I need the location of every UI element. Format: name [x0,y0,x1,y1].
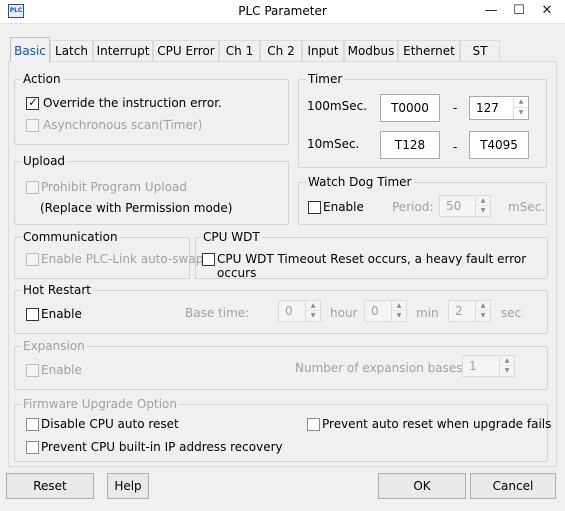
stepper-arrows: ▲ ▼ [475,196,490,216]
timer-legend: Timer [306,72,345,86]
prevent-ip-recovery-label: Prevent CPU built-in IP address recovery [41,440,283,454]
chevron-down-icon: ▼ [480,312,486,319]
watchdog-enable-label: Enable [323,200,364,214]
timer-100ms-dash: - [453,101,458,115]
expansion-enable-checkbox [26,364,39,377]
stepper-arrows: ▲ ▼ [305,301,320,321]
timer-10ms-from: T128 [380,131,440,159]
timer-10ms-dash: - [453,140,458,154]
expansion-legend: Expansion [21,339,87,353]
sec-value: 2 [455,304,463,318]
communication-legend: Communication [21,230,120,244]
stepper-arrows: ▲ ▼ [513,97,528,119]
tab-cpu-error[interactable]: CPU Error [153,40,219,61]
min-value: 0 [371,304,379,318]
plc-link-checkbox [26,253,39,266]
plc-link-label: Enable PLC-Link auto-swap [41,252,204,266]
async-scan-checkbox [26,119,39,132]
async-scan-label: Asynchronous scan(Timer) [43,118,203,132]
chevron-up-icon: ▲ [476,301,490,311]
maximize-button[interactable]: ☐ [508,1,530,21]
cpu-wdt-checkbox[interactable] [202,253,215,266]
hot-restart-legend: Hot Restart [21,283,94,297]
cancel-button[interactable]: Cancel [470,473,556,499]
tab-modbus[interactable]: Modbus [344,40,398,61]
timer-10ms-label: 10mSec. [307,137,360,151]
watchdog-enable-checkbox[interactable] [308,201,321,214]
hot-restart-enable-label: Enable [41,307,82,321]
prevent-ip-recovery-checkbox[interactable] [26,441,39,454]
sec-label: sec [501,306,522,320]
tab-interrupt[interactable]: Interrupt [93,40,153,61]
watchdog-unit: mSec. [508,200,546,214]
checkmark-icon: ✓ [28,95,39,109]
help-button[interactable]: Help [107,473,149,499]
prevent-reset-fail-checkbox[interactable] [307,418,320,431]
tab-ch2[interactable]: Ch 2 [260,40,302,61]
timer-10ms-to: T4095 [469,131,529,159]
chevron-down-icon: ▼ [396,312,402,319]
tab-ethernet[interactable]: Ethernet [398,40,460,61]
base-time-label: Base time: [185,306,250,320]
chevron-down-icon: ▼ [504,367,510,374]
replace-note: (Replace with Permission mode) [40,201,233,215]
watchdog-period-value: 50 [446,199,462,213]
timer-100ms-from: T0000 [380,94,440,122]
title-bar: PLC PLC Parameter — ☐ ✕ [0,0,565,24]
expansion-bases-value: 1 [469,359,477,373]
disable-auto-reset-label: Disable CPU auto reset [41,417,179,431]
tab-basic[interactable]: Basic [10,37,50,62]
chevron-up-icon: ▲ [392,301,406,311]
prohibit-upload-checkbox [26,181,39,194]
action-group [14,79,289,145]
timer-100ms-to-value: 127 [476,101,499,115]
stepper-arrows: ▲ ▼ [499,356,514,376]
hot-restart-enable-checkbox[interactable] [26,308,39,321]
prohibit-upload-label: Prohibit Program Upload [41,180,187,194]
close-button[interactable]: ✕ [536,1,558,21]
expansion-bases-stepper: 1 ▲ ▼ [462,355,515,377]
sec-stepper: 2 ▲ ▼ [448,300,491,322]
firmware-legend: Firmware Upgrade Option [21,397,179,411]
chevron-down-icon: ▼ [310,312,316,319]
chevron-up-icon: ▲ [306,301,320,311]
watchdog-legend: Watch Dog Timer [306,175,414,189]
stepper-arrows: ▲ ▼ [475,301,490,321]
override-label: Override the instruction error. [43,96,222,110]
stepper-arrows: ▲ ▼ [391,301,406,321]
cpu-wdt-legend: CPU WDT [201,230,262,244]
min-label: min [416,306,439,320]
prevent-reset-fail-label: Prevent auto reset when upgrade fails [322,417,552,431]
expansion-enable-label: Enable [41,363,82,377]
chevron-down-icon: ▼ [480,207,486,214]
tab-input[interactable]: Input [302,40,344,61]
expansion-bases-label: Number of expansion bases [295,361,463,375]
tab-strip-divider [8,61,557,62]
hour-label: hour [330,306,358,320]
override-checkbox[interactable]: ✓ [26,95,39,110]
reset-button[interactable]: Reset [6,473,94,499]
min-stepper: 0 ▲ ▼ [364,300,407,322]
timer-100ms-label: 100mSec. [307,99,368,113]
action-legend: Action [21,72,63,86]
chevron-up-icon[interactable]: ▲ [514,97,528,108]
hour-value: 0 [285,304,293,318]
chevron-up-icon: ▲ [500,356,514,366]
chevron-up-icon: ▲ [476,196,490,206]
tab-latch[interactable]: Latch [50,40,93,61]
ok-button[interactable]: OK [378,473,466,499]
upload-legend: Upload [21,154,68,168]
cpu-wdt-label: CPU WDT Timeout Reset occurs, a heavy fa… [217,252,527,280]
tab-ch1[interactable]: Ch 1 [219,40,260,61]
chevron-down-icon[interactable]: ▼ [514,108,528,119]
tab-st[interactable]: ST [460,40,500,61]
watchdog-period-stepper: 50 ▲ ▼ [439,195,491,217]
hour-stepper: 0 ▲ ▼ [278,300,321,322]
disable-auto-reset-checkbox[interactable] [26,418,39,431]
timer-100ms-to-stepper[interactable]: 127 ▲ ▼ [469,96,529,120]
watchdog-period-label: Period: [392,200,434,214]
minimize-button[interactable]: — [480,1,502,21]
